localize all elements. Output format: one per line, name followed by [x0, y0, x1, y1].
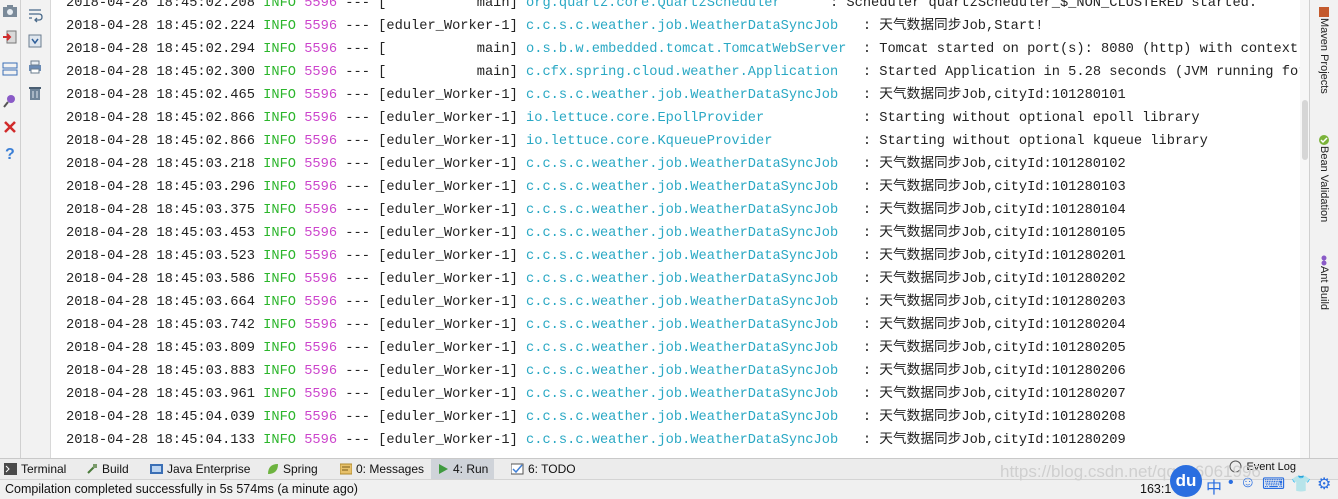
scroll-to-end-icon[interactable] [26, 32, 44, 50]
status-message: Compilation completed successfully in 5s… [5, 482, 358, 496]
log-line: 2018-04-28 18:45:03.742 INFO 5596 --- [e… [66, 318, 1126, 333]
ime-emoji[interactable]: ☺ [1240, 474, 1256, 498]
log-line: 2018-04-28 18:45:03.883 INFO 5596 --- [e… [66, 364, 1126, 379]
maven-icon [1319, 7, 1329, 17]
run-toolbar [21, 0, 51, 458]
tab-label: Maven Projects [1318, 18, 1330, 94]
log-line: 2018-04-28 18:45:03.961 INFO 5596 --- [e… [66, 387, 1126, 402]
camera-icon[interactable] [1, 2, 19, 20]
ime-settings[interactable]: ⚙ [1317, 474, 1331, 498]
print-icon[interactable] [26, 58, 44, 76]
run-icon [437, 463, 449, 475]
log-line: 2018-04-28 18:45:03.296 INFO 5596 --- [e… [66, 180, 1126, 195]
scrollbar-thumb[interactable] [1302, 100, 1308, 160]
bean-validation-icon [1319, 135, 1329, 145]
tab-bean-validation[interactable]: Bean Validation [1314, 134, 1334, 222]
caret-position[interactable]: 163:1 [1140, 482, 1171, 496]
tab-label: 6: TODO [528, 462, 576, 476]
right-tool-bar: Maven Projects Bean Validation Ant Build [1309, 0, 1338, 458]
tab-label: 0: Messages [356, 462, 425, 476]
tab-run[interactable]: 4: Run [431, 459, 495, 479]
tab-maven-projects[interactable]: Maven Projects [1314, 6, 1334, 94]
tab-label: Ant Build [1318, 266, 1330, 311]
tab-ant-build[interactable]: Ant Build [1314, 254, 1334, 310]
ime-keyboard[interactable]: ⌨ [1262, 474, 1285, 498]
ime-punctuation[interactable]: • [1228, 474, 1234, 498]
spring-leaf-icon [267, 463, 279, 475]
tab-build[interactable]: Build [86, 459, 129, 479]
log-line: 2018-04-28 18:45:03.523 INFO 5596 --- [e… [66, 249, 1126, 264]
log-line: 2018-04-28 18:45:04.039 INFO 5596 --- [e… [66, 410, 1126, 425]
log-line: 2018-04-28 18:45:03.218 INFO 5596 --- [e… [66, 157, 1126, 172]
log-line: 2018-04-28 18:45:03.586 INFO 5596 --- [e… [66, 272, 1126, 287]
tab-terminal[interactable]: Terminal [4, 459, 66, 479]
ime-chinese-mode[interactable]: 中 [1206, 474, 1222, 498]
status-bar: Compilation completed successfully in 5s… [0, 479, 1338, 499]
tab-label: Bean Validation [1318, 146, 1330, 223]
console-output[interactable]: 2018-04-28 18:45:02.208 INFO 5596 --- [ … [51, 0, 1310, 458]
log-line: 2018-04-28 18:45:03.664 INFO 5596 --- [e… [66, 295, 1126, 310]
java-enterprise-icon [150, 463, 163, 475]
help-icon[interactable]: ? [1, 144, 19, 162]
tab-label: Java Enterprise [167, 462, 251, 476]
log-line: 2018-04-28 18:45:03.453 INFO 5596 --- [e… [66, 226, 1126, 241]
log-line: 2018-04-28 18:45:02.465 INFO 5596 --- [e… [66, 88, 1126, 103]
log-line: 2018-04-28 18:45:02.294 INFO 5596 --- [ … [66, 42, 1310, 57]
log-line: 2018-04-28 18:45:02.300 INFO 5596 --- [ … [66, 65, 1310, 80]
tab-java-enterprise[interactable]: Java Enterprise [150, 459, 250, 479]
ime-toolbar: 中 • ☺ ⌨ 👕 ⚙ [1206, 474, 1331, 498]
tab-label: Build [102, 462, 129, 476]
tab-label: 4: Run [453, 462, 489, 476]
soft-wrap-icon[interactable] [26, 6, 44, 24]
todo-icon [511, 463, 524, 475]
close-icon[interactable] [1, 118, 19, 136]
log-line: 2018-04-28 18:45:03.809 INFO 5596 --- [e… [66, 341, 1126, 356]
log-line: 2018-04-28 18:45:02.208 INFO 5596 --- [ … [66, 0, 1258, 11]
svg-text:?: ? [5, 146, 15, 161]
trash-icon[interactable] [26, 84, 44, 102]
layout-icon[interactable] [1, 60, 19, 78]
tab-label: Spring [283, 462, 318, 476]
tab-messages[interactable]: 0: Messages [340, 459, 424, 479]
log-line: 2018-04-28 18:45:02.224 INFO 5596 --- [e… [66, 19, 1044, 34]
log-line: 2018-04-28 18:45:02.866 INFO 5596 --- [e… [66, 134, 1208, 149]
log-line: 2018-04-28 18:45:03.375 INFO 5596 --- [e… [66, 203, 1126, 218]
exit-icon[interactable] [1, 28, 19, 46]
terminal-icon [4, 463, 17, 475]
tab-todo[interactable]: 6: TODO [511, 459, 576, 479]
build-icon [86, 463, 98, 475]
ant-icon [1321, 255, 1327, 266]
tab-spring[interactable]: Spring [267, 459, 318, 479]
log-line: 2018-04-28 18:45:02.866 INFO 5596 --- [e… [66, 111, 1200, 126]
ime-skin[interactable]: 👕 [1291, 474, 1311, 498]
baidu-ime-logo[interactable]: du [1170, 465, 1202, 497]
left-tool-strip: ? [0, 0, 21, 458]
messages-icon [340, 463, 352, 475]
log-line: 2018-04-28 18:45:04.133 INFO 5596 --- [e… [66, 433, 1126, 448]
pin-icon[interactable] [1, 92, 19, 110]
tab-label: Terminal [21, 462, 67, 476]
